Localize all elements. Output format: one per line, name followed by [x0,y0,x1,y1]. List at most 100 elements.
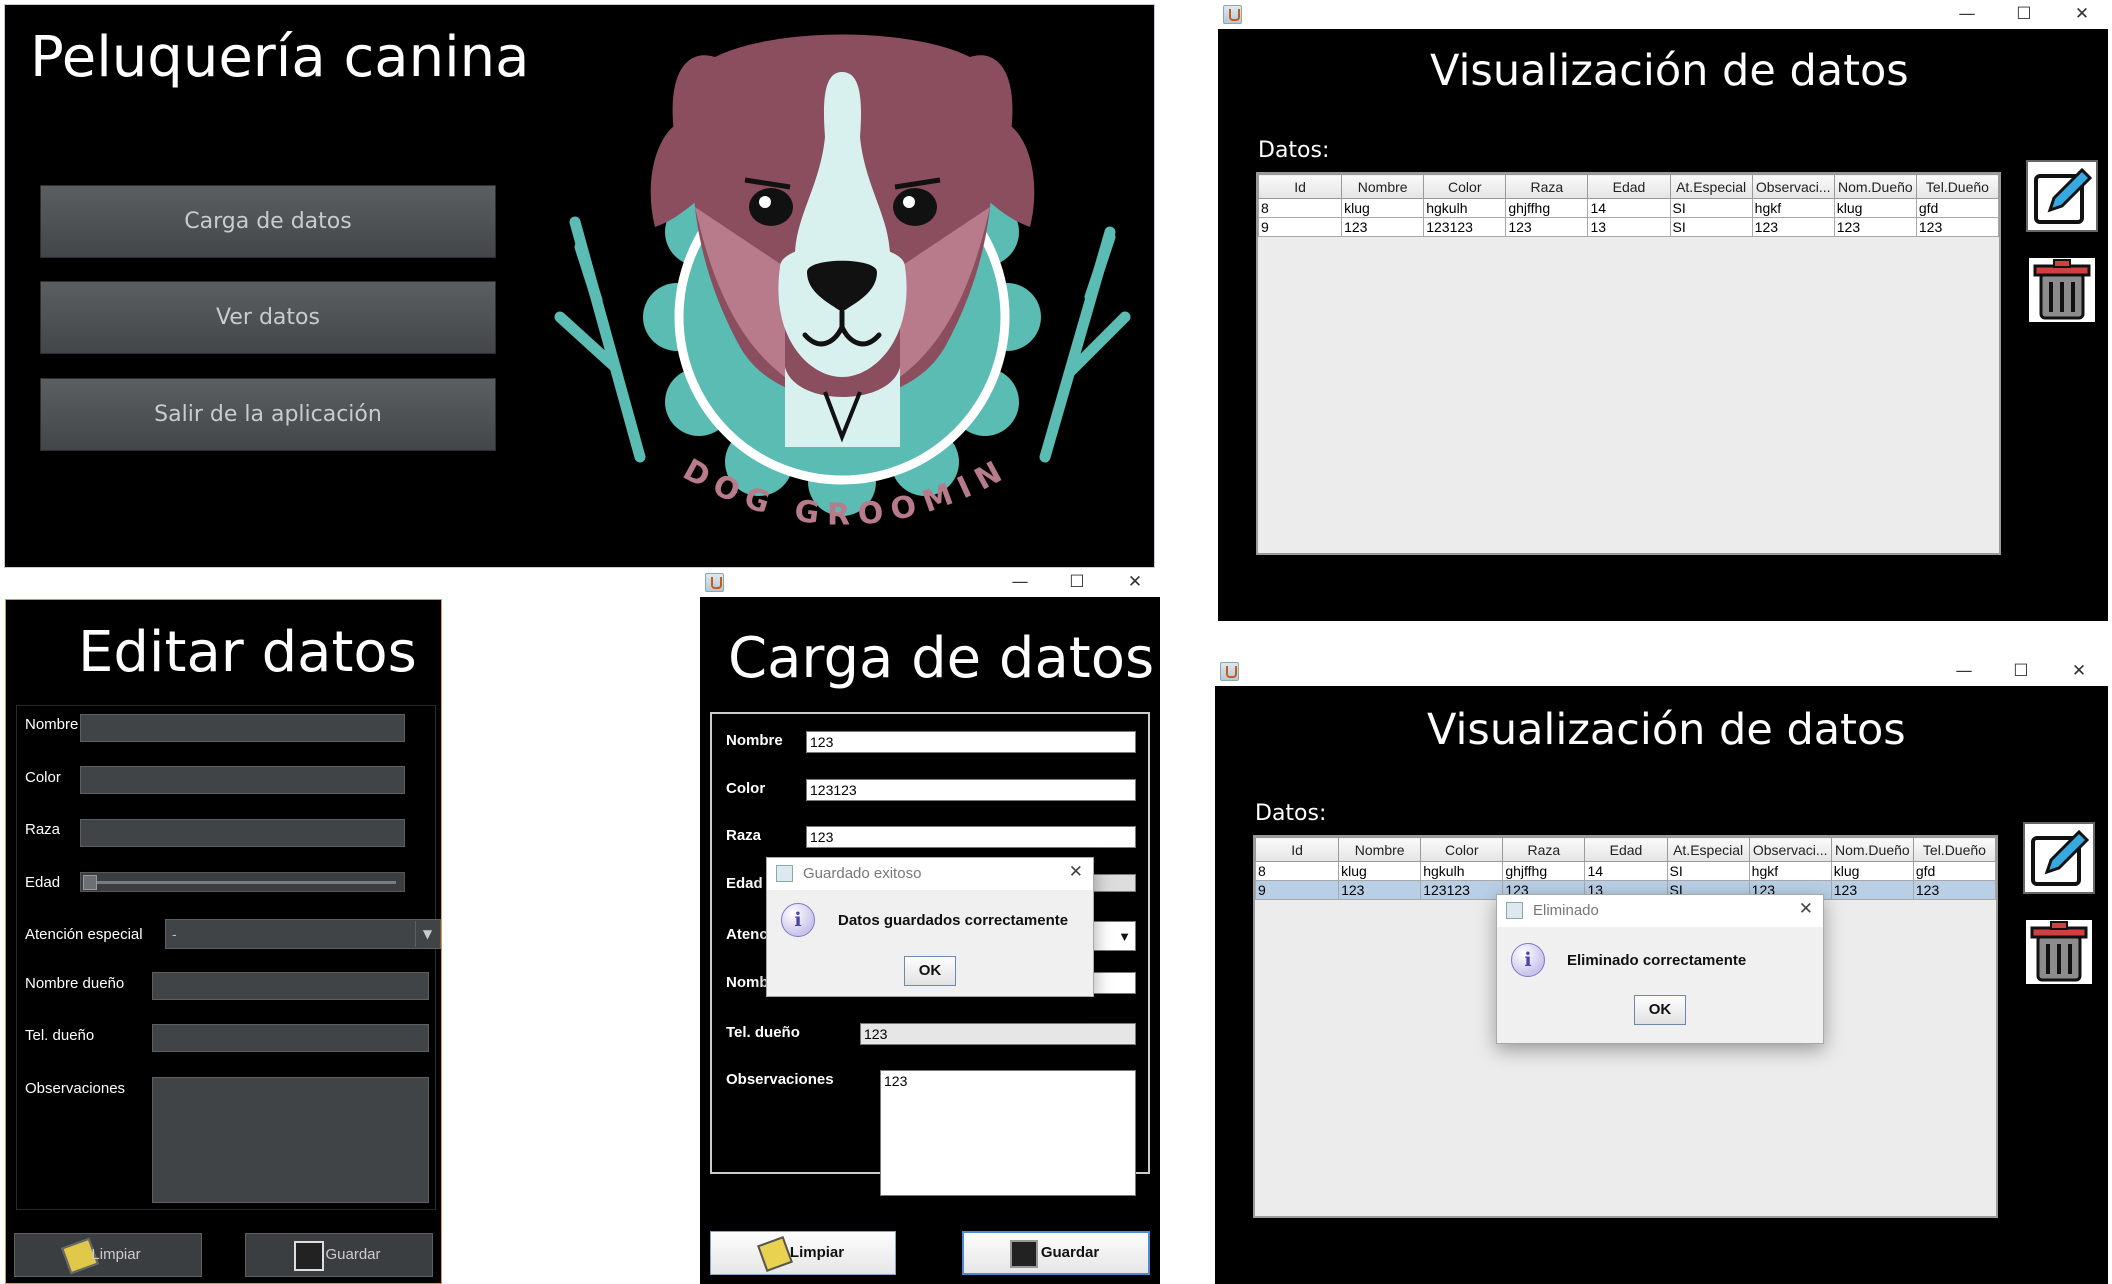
slider-thumb[interactable] [83,875,97,890]
col-color[interactable]: Color [1420,837,1504,862]
table-row[interactable]: 8 klug hgkulh ghjffhg 14 SI hgkf klug gfd [1257,198,2000,218]
col-raza[interactable]: Raza [1505,174,1589,199]
edad-slider[interactable] [80,872,405,892]
cell[interactable]: hgkf [1751,198,1835,218]
cell[interactable]: 8 [1257,198,1343,218]
cell[interactable]: 123 [1915,217,2000,237]
trash-icon [2033,259,2091,320]
observaciones-input[interactable]: 123 [880,1070,1136,1196]
cell[interactable]: 123 [1833,217,1917,237]
cell[interactable]: 123 [1338,880,1422,900]
col-edad[interactable]: Edad [1587,174,1671,199]
col-atespecial[interactable]: At.Especial [1669,174,1753,199]
col-nombre[interactable]: Nombre [1341,174,1425,199]
cell[interactable]: 123123 [1423,217,1507,237]
datos-label: Datos: [1258,138,1330,163]
limpiar-button[interactable]: Limpiar [710,1231,896,1275]
cell[interactable]: hgkf [1748,861,1832,881]
cell[interactable]: klug [1341,198,1425,218]
col-nomdueno[interactable]: Nom.Dueño [1833,174,1917,199]
col-raza[interactable]: Raza [1502,837,1586,862]
cell[interactable]: SI [1666,861,1750,881]
col-teldueno[interactable]: Tel.Dueño [1915,174,2000,199]
cell[interactable]: 123 [1505,217,1589,237]
observaciones-field[interactable] [152,1077,429,1203]
minimize-button[interactable]: — [1947,2,1987,26]
col-id[interactable]: Id [1257,174,1343,199]
guardar-button[interactable]: Guardar [962,1231,1150,1275]
cell[interactable]: gfd [1912,861,1997,881]
carga-datos-button[interactable]: Carga de datos [40,185,496,258]
maximize-button[interactable]: ☐ [2004,2,2044,26]
col-teldueno[interactable]: Tel.Dueño [1912,837,1997,862]
tel-input[interactable]: 123 [860,1023,1136,1045]
atencion-select[interactable]: - ▼ [165,919,441,949]
cell[interactable]: ghjffhg [1502,861,1586,881]
color-input[interactable]: 123123 [806,779,1136,801]
chevron-down-icon[interactable]: ▼ [415,921,439,947]
ver-datos-button[interactable]: Ver datos [40,281,496,354]
salir-button[interactable]: Salir de la aplicación [40,378,496,451]
cell[interactable]: klug [1338,861,1422,881]
ok-button[interactable]: OK [1634,995,1686,1025]
col-edad[interactable]: Edad [1584,837,1668,862]
close-button[interactable]: ✕ [1115,570,1155,594]
cell[interactable]: ghjffhg [1505,198,1589,218]
cell[interactable]: gfd [1915,198,2000,218]
cell[interactable]: hgkulh [1420,861,1504,881]
delete-button[interactable] [2029,258,2095,322]
table-row[interactable]: 8 klug hgkulh ghjffhg 14 SI hgkf klug gfd [1254,861,1997,881]
nombre-input[interactable]: 123 [806,731,1136,753]
cell[interactable]: 9 [1257,217,1343,237]
maximize-button[interactable]: ☐ [1057,570,1097,594]
cell[interactable]: 14 [1587,198,1671,218]
raza-field[interactable] [80,819,405,847]
cell[interactable]: 13 [1587,217,1671,237]
cell[interactable]: SI [1669,217,1753,237]
col-atespecial[interactable]: At.Especial [1666,837,1750,862]
close-button[interactable]: ✕ [2059,659,2099,683]
dueno-field[interactable] [152,972,429,1000]
col-id[interactable]: Id [1254,837,1340,862]
tel-field[interactable] [152,1024,429,1052]
guardar-button[interactable]: Guardar [245,1233,433,1277]
nombre-field[interactable] [80,714,405,742]
cell[interactable]: hgkulh [1423,198,1507,218]
color-field[interactable] [80,766,405,794]
cell[interactable]: 123 [1912,880,1997,900]
cell[interactable]: 14 [1584,861,1668,881]
col-observaciones[interactable]: Observaci... [1748,837,1832,862]
cell[interactable]: 123 [1751,217,1835,237]
minimize-button[interactable]: — [1944,659,1984,683]
cell[interactable]: klug [1830,861,1914,881]
cell[interactable]: SI [1669,198,1753,218]
ok-button[interactable]: OK [904,956,956,986]
minimize-button[interactable]: — [1000,570,1040,594]
close-icon[interactable]: ✕ [1799,899,1813,919]
close-button[interactable]: ✕ [2062,2,2102,26]
col-observaciones[interactable]: Observaci... [1751,174,1835,199]
raza-input[interactable]: 123 [806,826,1136,848]
cell[interactable]: 8 [1254,861,1340,881]
cell[interactable]: klug [1833,198,1917,218]
cell[interactable]: 123 [1341,217,1425,237]
maximize-button[interactable]: ☐ [2001,659,2041,683]
title-bar: — ☐ ✕ [700,568,1160,597]
col-nombre[interactable]: Nombre [1338,837,1422,862]
cell[interactable]: 9 [1254,880,1340,900]
col-nomdueno[interactable]: Nom.Dueño [1830,837,1914,862]
chevron-down-icon[interactable]: ▼ [1118,927,1131,947]
table-row[interactable]: 9 123 123123 123 13 SI 123 123 123 [1257,217,2000,237]
edit-button[interactable] [2026,160,2098,232]
label-raza: Raza [726,827,762,844]
close-icon[interactable]: ✕ [1069,862,1083,882]
edit-button[interactable] [2023,822,2095,894]
atencion-select[interactable]: ▼ [1092,921,1136,951]
cell[interactable]: 123123 [1420,880,1504,900]
col-color[interactable]: Color [1423,174,1507,199]
cell[interactable]: 123 [1830,880,1914,900]
limpiar-button[interactable]: Limpiar [14,1233,202,1277]
data-table[interactable]: Id Nombre Color Raza Edad At.Especial Ob… [1256,172,2001,555]
delete-button[interactable] [2026,920,2092,984]
pencil-edit-icon [2034,167,2093,224]
